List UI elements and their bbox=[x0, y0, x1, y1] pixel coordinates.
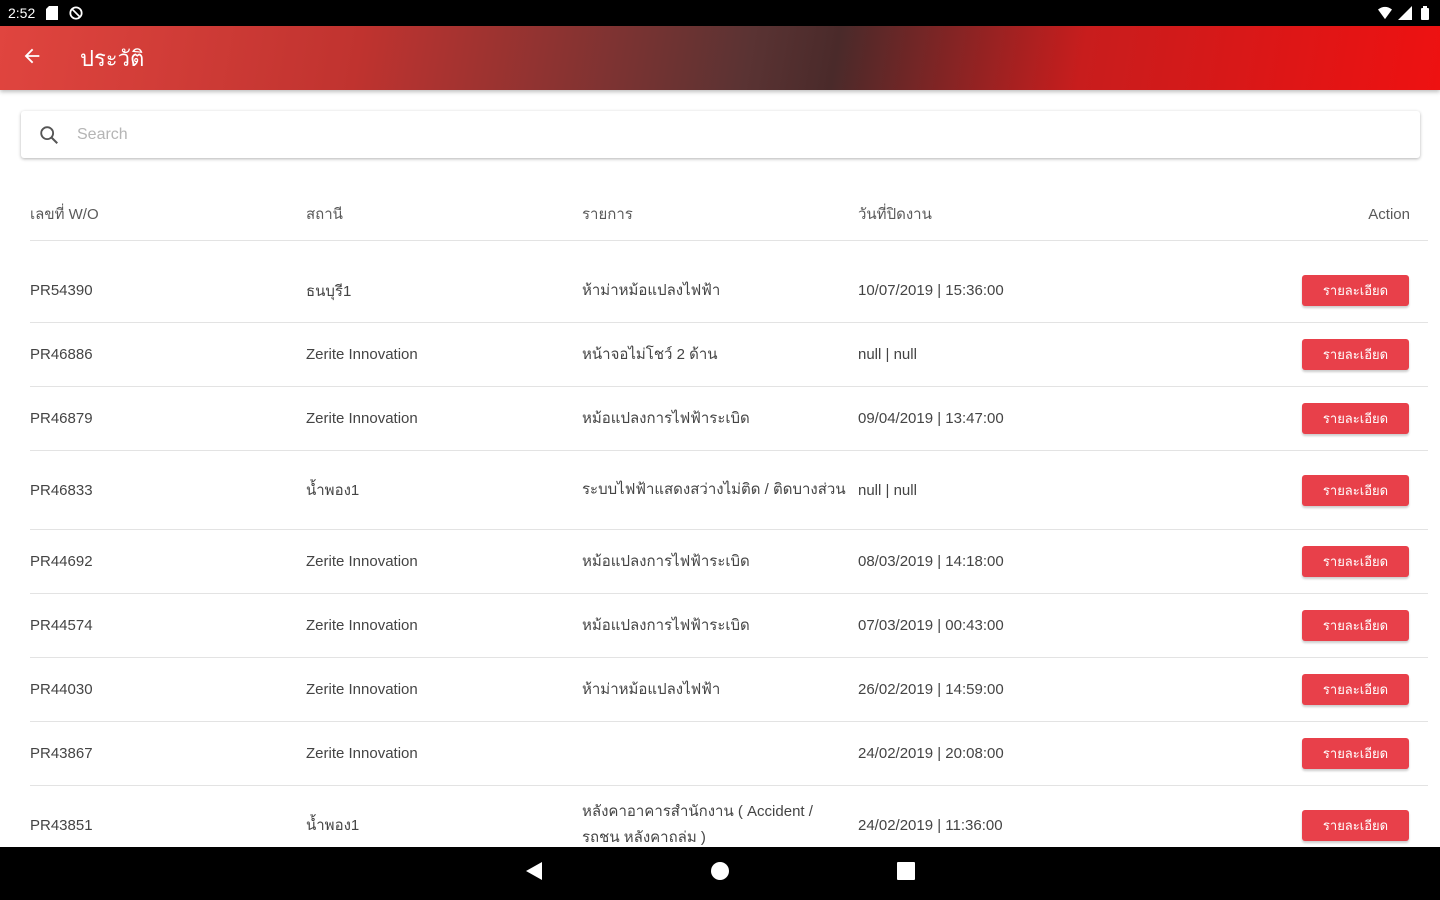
cell-date: 24/02/2019 | 11:36:00 bbox=[858, 816, 1003, 834]
table-row: PR43867 Zerite Innovation 24/02/2019 | 2… bbox=[30, 722, 1428, 786]
cell-station: น้ำพอง1 bbox=[306, 817, 360, 834]
search-icon bbox=[21, 111, 77, 158]
cell-wo: PR46886 bbox=[30, 346, 93, 363]
table-body: PR54390 ธนบุรี1 ห้าม่าหม้อแปลงไฟฟ้า 10/0… bbox=[30, 259, 1428, 865]
cell-date: null | null bbox=[858, 346, 917, 363]
cell-date: null | null bbox=[858, 481, 917, 499]
cell-date: 26/02/2019 | 14:59:00 bbox=[858, 681, 1004, 698]
detail-button[interactable]: รายละเอียด bbox=[1302, 738, 1409, 769]
detail-button[interactable]: รายละเอียด bbox=[1302, 275, 1409, 306]
square-recents-icon bbox=[897, 862, 915, 885]
cell-wo: PR46879 bbox=[30, 410, 93, 427]
cell-wo: PR46833 bbox=[30, 481, 93, 499]
header-wo: เลขที่ W/O bbox=[30, 206, 99, 223]
status-time: 2:52 bbox=[8, 5, 36, 21]
table-row: PR44030 Zerite Innovation ห้าม่าหม้อแปลง… bbox=[30, 658, 1428, 722]
cell-station: Zerite Innovation bbox=[306, 617, 418, 634]
cell-station: น้ำพอง1 bbox=[306, 482, 360, 499]
cell-date: 10/07/2019 | 15:36:00 bbox=[858, 282, 1004, 299]
cell-date: 08/03/2019 | 14:18:00 bbox=[858, 553, 1004, 570]
cell-wo: PR44574 bbox=[30, 617, 93, 634]
cell-wo: PR43851 bbox=[30, 816, 93, 834]
triangle-back-icon bbox=[525, 861, 543, 886]
detail-button[interactable]: รายละเอียด bbox=[1302, 403, 1409, 434]
cell-wo: PR44030 bbox=[30, 681, 93, 698]
cell-item: ห้าม่าหม้อแปลงไฟฟ้า bbox=[582, 281, 721, 299]
cell-station: ธนบุรี1 bbox=[306, 282, 352, 300]
detail-button[interactable]: รายละเอียด bbox=[1302, 474, 1409, 506]
detail-button[interactable]: รายละเอียด bbox=[1302, 546, 1409, 577]
search-bar[interactable] bbox=[21, 111, 1420, 158]
cell-station: Zerite Innovation bbox=[306, 745, 418, 762]
navigation-bar bbox=[0, 847, 1440, 900]
app-bar: ประวัติ bbox=[0, 26, 1440, 90]
page-title: ประวัติ bbox=[80, 45, 145, 71]
arrow-back-icon bbox=[21, 45, 43, 72]
table-row: PR46833 น้ำพอง1 ระบบไฟฟ้าแสดงสว่างไม่ติด… bbox=[30, 451, 1428, 530]
status-bar: 2:52 bbox=[0, 0, 1440, 26]
header-action: Action bbox=[1368, 205, 1410, 223]
header-station: สถานี bbox=[306, 206, 343, 223]
search-input[interactable] bbox=[77, 125, 1377, 144]
detail-button[interactable]: รายละเอียด bbox=[1302, 610, 1409, 641]
cell-date: 24/02/2019 | 20:08:00 bbox=[858, 745, 1004, 762]
header-item: รายการ bbox=[582, 206, 633, 223]
detail-button[interactable]: รายละเอียด bbox=[1302, 339, 1409, 370]
table-row: PR54390 ธนบุรี1 ห้าม่าหม้อแปลงไฟฟ้า 10/0… bbox=[30, 259, 1428, 323]
cell-wo: PR43867 bbox=[30, 745, 93, 762]
back-button[interactable] bbox=[0, 26, 64, 90]
cell-item: ระบบไฟฟ้าแสดงสว่างไม่ติด / ติดบางส่วน bbox=[582, 481, 846, 498]
cell-item: ห้าม่าหม้อแปลงไฟฟ้า bbox=[582, 680, 721, 698]
cell-item: หน้าจอไม่โชว์ 2 ด้าน bbox=[582, 345, 718, 363]
cell-station: Zerite Innovation bbox=[306, 681, 418, 698]
table-row: PR44692 Zerite Innovation หม้อแปลงการไฟฟ… bbox=[30, 530, 1428, 594]
nav-recents-button[interactable] bbox=[888, 856, 924, 892]
table-row: PR46879 Zerite Innovation หม้อแปลงการไฟฟ… bbox=[30, 387, 1428, 451]
nav-home-button[interactable] bbox=[702, 856, 738, 892]
cell-item: หลังคาอาคารสำนักงาน ( Accident / รถชน หล… bbox=[582, 803, 813, 846]
battery-icon bbox=[1418, 6, 1432, 20]
cell-item: หม้อแปลงการไฟฟ้าระเบิด bbox=[582, 616, 750, 634]
circle-home-icon bbox=[710, 861, 730, 886]
cell-item: หม้อแปลงการไฟฟ้าระเบิด bbox=[582, 409, 750, 427]
cell-station: Zerite Innovation bbox=[306, 553, 418, 570]
history-table: เลขที่ W/O สถานี รายการ วันที่ปิดงาน Act… bbox=[30, 188, 1428, 865]
detail-button[interactable]: รายละเอียด bbox=[1302, 674, 1409, 705]
signal-icon bbox=[1398, 6, 1412, 20]
cell-item: หม้อแปลงการไฟฟ้าระเบิด bbox=[582, 552, 750, 570]
no-sync-icon bbox=[69, 6, 83, 20]
cell-date: 07/03/2019 | 00:43:00 bbox=[858, 617, 1004, 634]
sd-card-icon bbox=[45, 6, 59, 20]
detail-button[interactable]: รายละเอียด bbox=[1302, 809, 1409, 841]
table-header: เลขที่ W/O สถานี รายการ วันที่ปิดงาน Act… bbox=[30, 188, 1428, 241]
wifi-icon bbox=[1378, 6, 1392, 20]
cell-wo: PR54390 bbox=[30, 282, 93, 299]
nav-back-button[interactable] bbox=[516, 856, 552, 892]
header-date: วันที่ปิดงาน bbox=[858, 206, 932, 223]
table-row: PR44574 Zerite Innovation หม้อแปลงการไฟฟ… bbox=[30, 594, 1428, 658]
table-row: PR46886 Zerite Innovation หน้าจอไม่โชว์ … bbox=[30, 323, 1428, 387]
cell-wo: PR44692 bbox=[30, 553, 93, 570]
cell-date: 09/04/2019 | 13:47:00 bbox=[858, 410, 1004, 427]
cell-station: Zerite Innovation bbox=[306, 410, 418, 427]
cell-station: Zerite Innovation bbox=[306, 346, 418, 363]
